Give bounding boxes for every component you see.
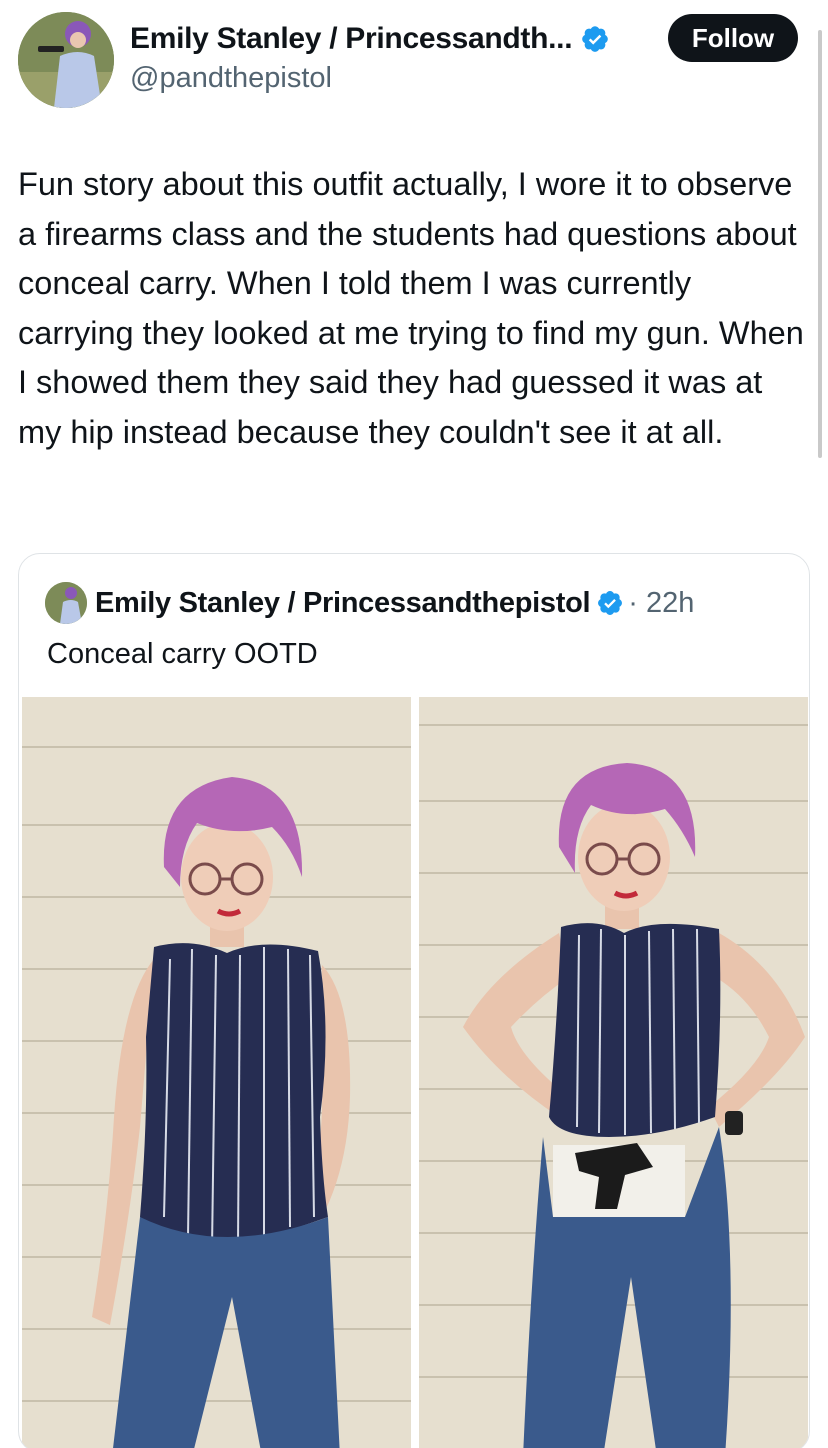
quoted-author-avatar [45,582,87,624]
verified-badge-icon [598,591,623,615]
author-avatar[interactable] [18,12,114,108]
outfit-photo-front[interactable] [22,697,411,1448]
author-handle[interactable]: @pandthepistol [130,62,332,95]
verified-badge-icon [582,26,609,52]
quoted-tweet[interactable]: Emily Stanley / Princessandthepistol · 2… [18,553,810,1448]
tweet-text: Fun story about this outfit actually, I … [18,166,804,450]
quoted-timestamp: · 22h [628,586,695,619]
quoted-tweet-header: Emily Stanley / Princessandthepistol · 2… [45,582,694,624]
follow-button[interactable]: Follow [668,14,798,62]
photo-grid [22,697,808,1448]
tweet-header: Emily Stanley / Princessandth... @pandth… [18,12,798,112]
scrollbar[interactable] [818,30,822,458]
outfit-photo-holster[interactable] [419,697,808,1448]
author-display-name[interactable]: Emily Stanley / Princessandth... [130,22,573,56]
quoted-tweet-text: Conceal carry OOTD [47,638,318,670]
quoted-author-display-name: Emily Stanley / Princessandthepistol [95,586,591,619]
